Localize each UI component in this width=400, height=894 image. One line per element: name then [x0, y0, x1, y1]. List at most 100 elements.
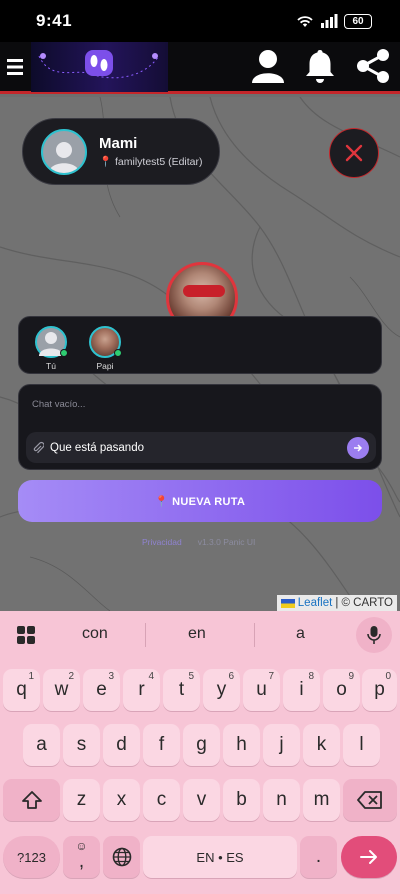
leaflet-link[interactable]: Leaflet [298, 597, 333, 609]
space-key[interactable]: EN • ES [143, 836, 297, 878]
close-button[interactable] [329, 128, 379, 178]
footprints-logo-icon [38, 50, 160, 79]
globe-icon [112, 847, 131, 867]
new-route-button[interactable]: 📍 NUEVA RUTA [18, 480, 382, 522]
chat-message-input[interactable] [50, 441, 320, 454]
chat-panel: Chat vacío... [18, 384, 382, 470]
map-attribution: Leaflet | © CARTO [276, 595, 397, 611]
key-n[interactable]: n [263, 779, 300, 821]
keyboard: con en a q1 w2 e3 r4 t5 y6 u7 i8 o9 p0 a… [0, 611, 400, 894]
backspace-key[interactable] [343, 779, 397, 821]
key-k[interactable]: k [303, 724, 340, 766]
attach-button[interactable] [32, 441, 44, 455]
signal-icon [321, 14, 338, 28]
key-u[interactable]: u7 [243, 669, 280, 711]
status-icons: 60 [296, 13, 372, 29]
voice-input-button[interactable] [356, 617, 392, 653]
member-label: Tú [46, 360, 56, 371]
key-x[interactable]: x [103, 779, 140, 821]
status-time: 9:41 [36, 11, 73, 30]
profile-name: Mami [99, 135, 138, 152]
arrow-right-icon [360, 850, 377, 864]
key-j[interactable]: j [263, 724, 300, 766]
suggestion-item[interactable]: con [82, 625, 108, 643]
suggestion-item[interactable]: en [188, 625, 206, 643]
app-logo [31, 42, 168, 92]
chat-empty-text: Chat vacío... [32, 399, 86, 410]
suggestion-bar: con en a [0, 611, 400, 659]
comma-key[interactable]: ☺ , [63, 836, 100, 878]
suggestion-divider [145, 623, 146, 647]
key-i[interactable]: i8 [283, 669, 320, 711]
carto-attribution: | © CARTO [335, 597, 393, 609]
family-edit-link[interactable]: 📍 familytest5 (Editar) [99, 155, 203, 168]
header-actions [250, 42, 392, 94]
key-q[interactable]: q1 [3, 669, 40, 711]
key-p[interactable]: p0 [362, 669, 397, 711]
key-h[interactable]: h [223, 724, 260, 766]
key-a[interactable]: a [23, 724, 60, 766]
key-w[interactable]: w2 [43, 669, 80, 711]
bell-icon [306, 50, 334, 83]
send-button[interactable] [347, 437, 369, 459]
marker-photo [183, 285, 225, 297]
hamburger-icon [7, 58, 23, 75]
chat-input-bar [26, 432, 376, 463]
online-status-dot [114, 348, 122, 357]
member-item[interactable]: Tú [35, 325, 68, 371]
status-bar: 9:41 60 [0, 0, 400, 42]
key-e[interactable]: e3 [83, 669, 120, 711]
key-g[interactable]: g [183, 724, 220, 766]
key-d[interactable]: d [103, 724, 140, 766]
share-icon [357, 49, 389, 83]
arrow-right-icon [354, 444, 363, 452]
app-header [0, 42, 400, 94]
member-item[interactable]: Papi [89, 325, 122, 371]
share-button[interactable] [354, 47, 392, 89]
grid-icon [17, 626, 35, 644]
member-avatar [35, 325, 68, 358]
wifi-icon [297, 16, 313, 27]
profile-text: Mami 📍 familytest5 (Editar) [99, 135, 203, 168]
members-panel: Tú Papi [18, 316, 382, 374]
key-o[interactable]: o9 [323, 669, 360, 711]
notifications-button[interactable] [304, 48, 336, 88]
suggestion-item[interactable]: a [296, 625, 305, 643]
key-z[interactable]: z [63, 779, 100, 821]
language-key[interactable] [103, 836, 140, 878]
footer: Privacidad v1.3.0 Panic UI [142, 537, 255, 547]
key-s[interactable]: s [63, 724, 100, 766]
key-m[interactable]: m [303, 779, 340, 821]
member-label: Papi [96, 360, 114, 371]
suggestion-divider [254, 623, 255, 647]
shift-icon [21, 791, 42, 809]
symbols-key[interactable]: ?123 [3, 836, 60, 878]
key-f[interactable]: f [143, 724, 180, 766]
family-profile-card[interactable]: Mami 📍 familytest5 (Editar) [22, 118, 220, 185]
apps-grid-button[interactable] [16, 625, 36, 649]
key-b[interactable]: b [223, 779, 260, 821]
profile-button[interactable] [250, 48, 286, 88]
privacy-link[interactable]: Privacidad [142, 537, 182, 547]
avatar [41, 128, 87, 175]
key-l[interactable]: l [343, 724, 380, 766]
paperclip-icon [33, 441, 44, 453]
period-key[interactable]: . [300, 836, 337, 878]
backspace-icon [357, 791, 382, 809]
ukraine-flag-icon [280, 598, 295, 608]
key-t[interactable]: t5 [163, 669, 200, 711]
menu-button[interactable] [0, 41, 30, 93]
version-text: v1.3.0 Panic UI [197, 537, 256, 547]
key-r[interactable]: r4 [123, 669, 160, 711]
key-c[interactable]: c [143, 779, 180, 821]
member-avatar [89, 325, 122, 358]
shift-key[interactable] [3, 779, 60, 821]
key-y[interactable]: y6 [203, 669, 240, 711]
user-icon [252, 50, 284, 83]
online-status-dot [60, 348, 68, 357]
enter-key[interactable] [341, 836, 397, 878]
key-v[interactable]: v [183, 779, 220, 821]
user-silhouette-icon [49, 141, 79, 173]
microphone-icon [367, 626, 381, 644]
emoji-icon: ☺ [75, 839, 88, 853]
